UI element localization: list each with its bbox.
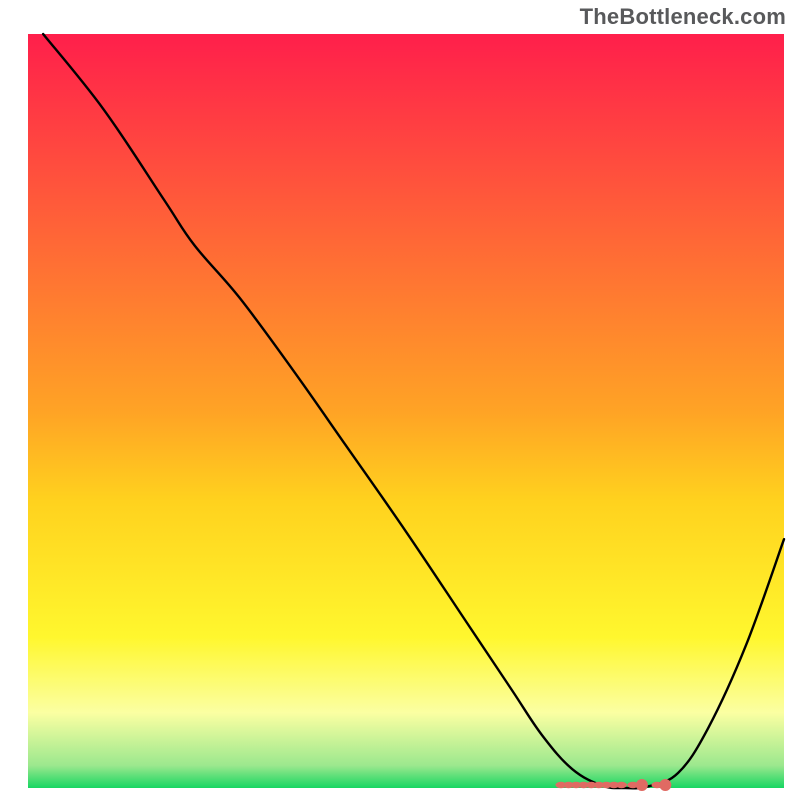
bottleneck-chart: [0, 0, 800, 800]
optimal-marker: [659, 779, 671, 791]
optimal-marker: [636, 779, 648, 791]
gradient-background: [28, 34, 784, 788]
chart-stage: TheBottleneck.com: [0, 0, 800, 800]
optimal-marker: [616, 782, 627, 788]
